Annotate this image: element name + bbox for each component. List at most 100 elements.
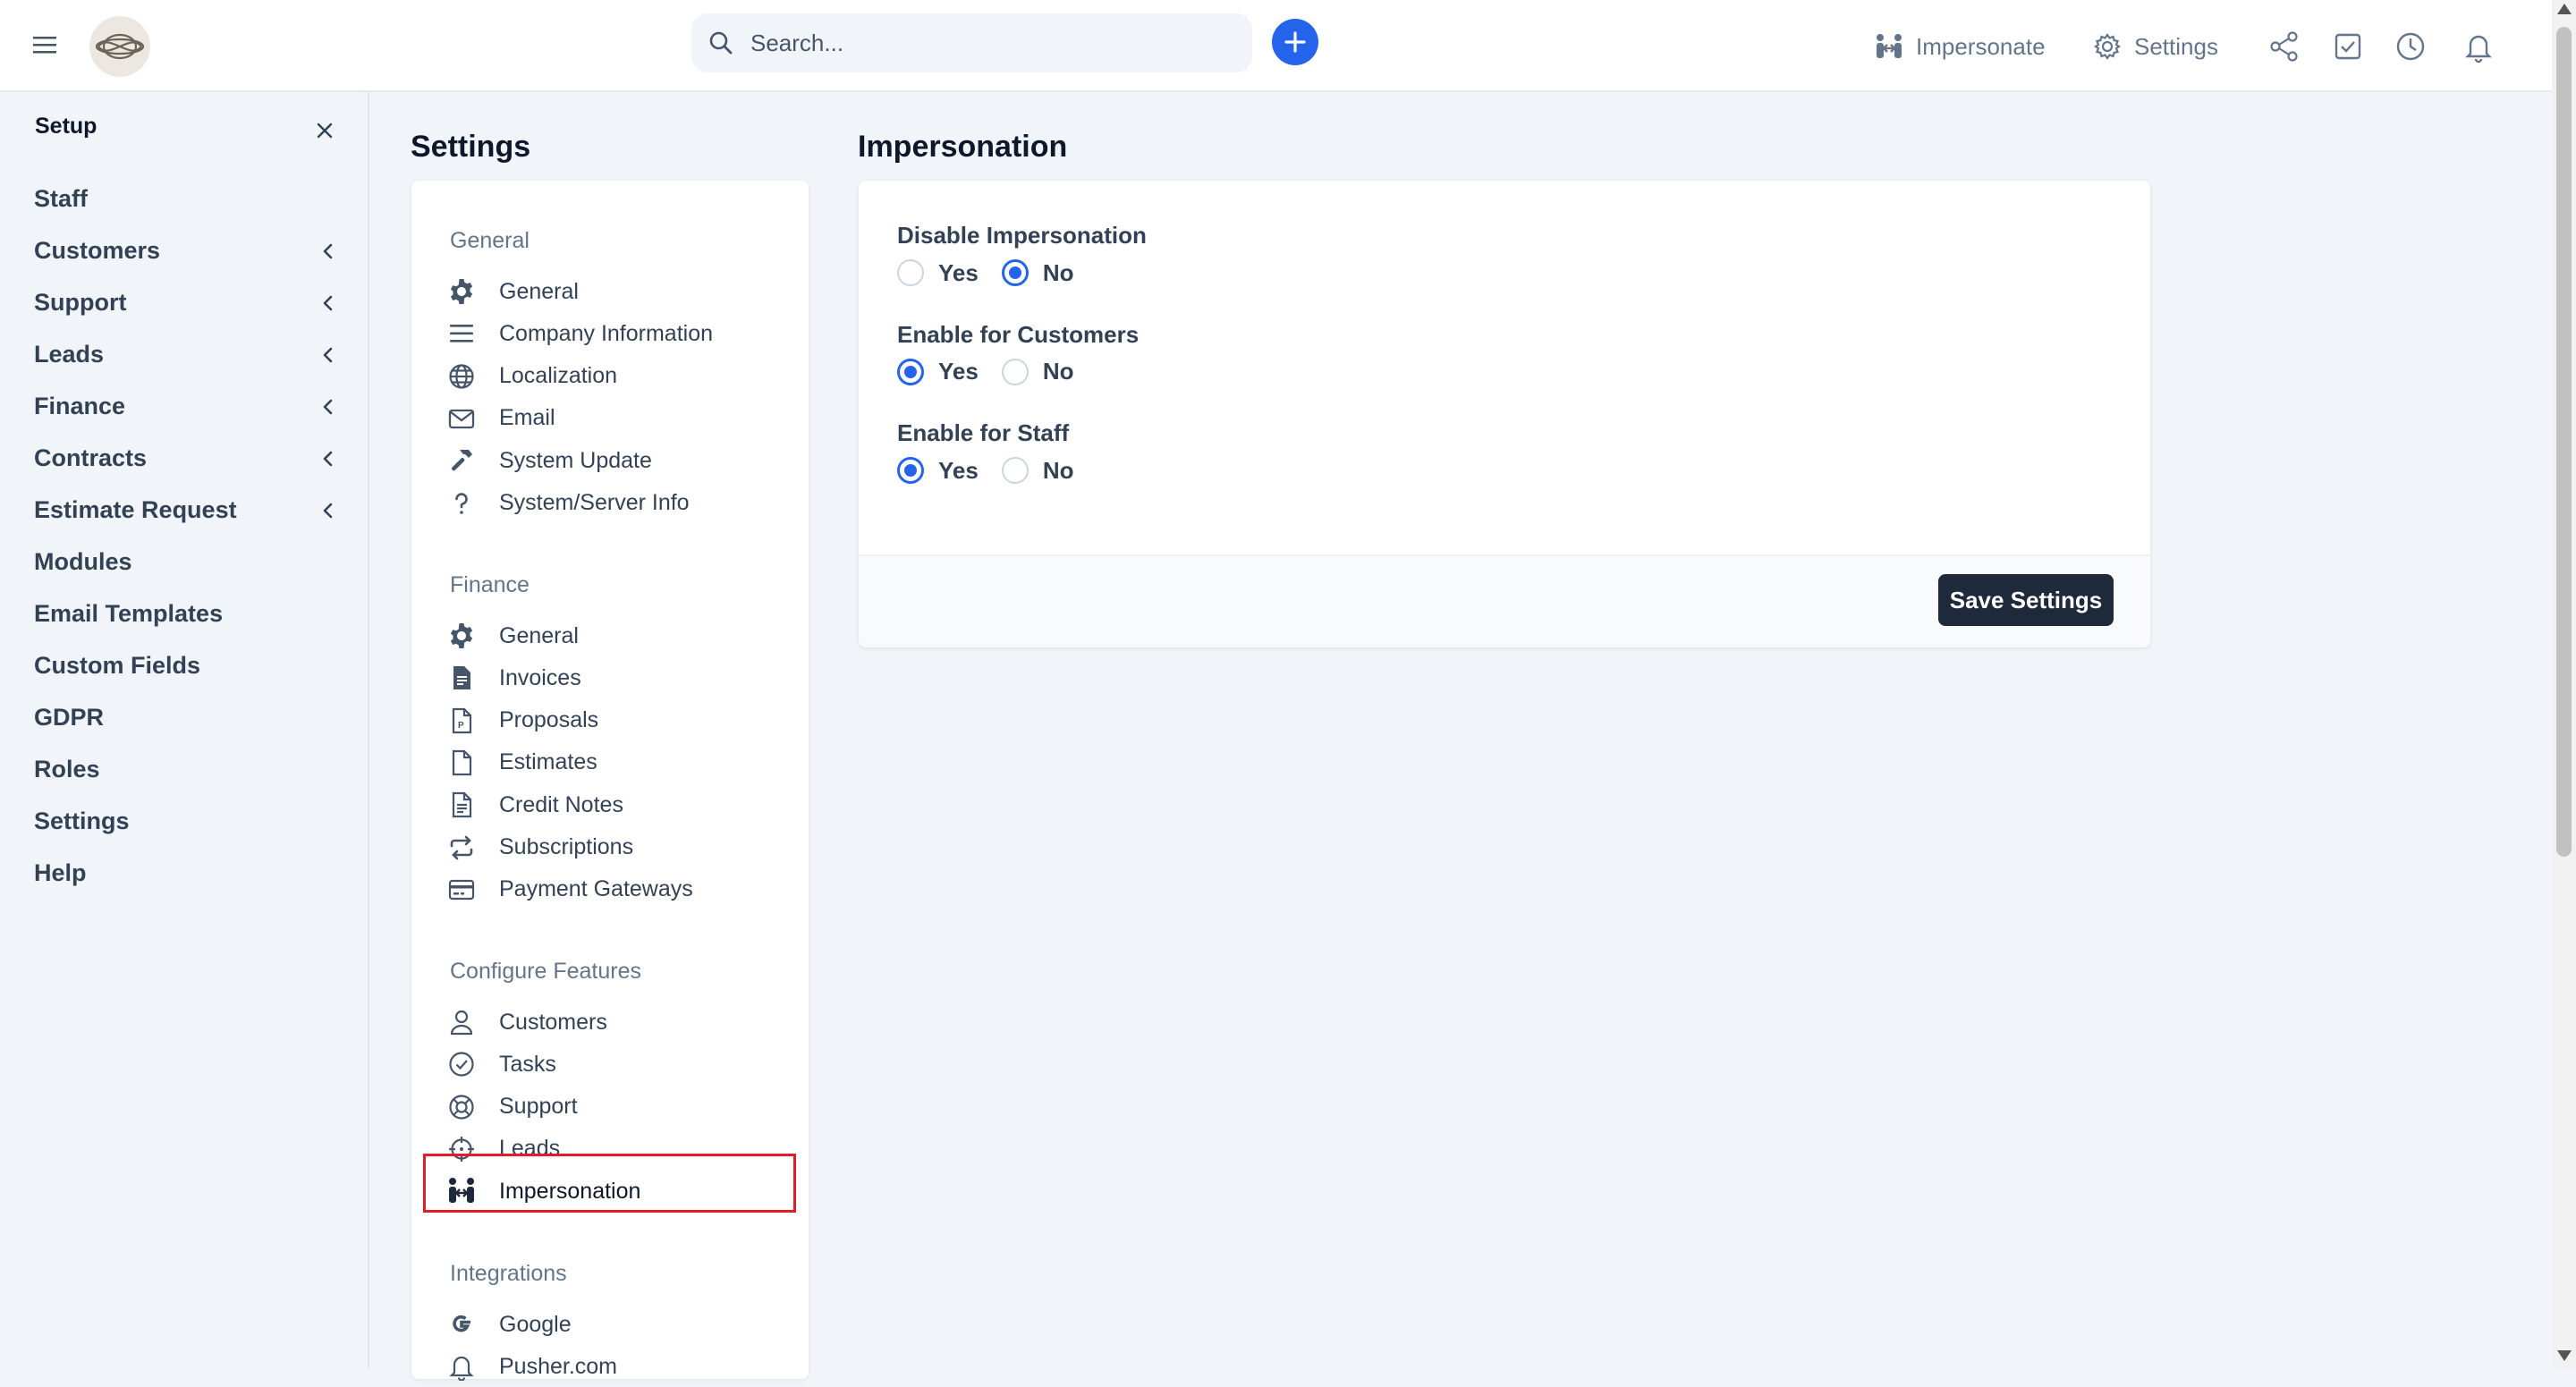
chevron-left-icon <box>318 449 338 469</box>
gear-icon <box>447 622 476 650</box>
sidebar-item-leads[interactable]: Leads <box>0 328 368 380</box>
settings-nav-company-information[interactable]: Company Information <box>447 313 787 354</box>
chevron-left-icon <box>318 293 338 313</box>
impersonate-label: Impersonate <box>1916 32 2046 60</box>
scroll-up-icon[interactable] <box>2557 4 2572 14</box>
sidebar-item-label: Modules <box>34 547 132 575</box>
content-title: Impersonation <box>858 130 1068 164</box>
close-icon[interactable] <box>311 117 338 144</box>
settings-nav-general[interactable]: General <box>447 271 787 312</box>
scroll-down-icon[interactable] <box>2557 1350 2572 1361</box>
radio-no[interactable] <box>1001 457 1029 484</box>
settings-nav-estimates[interactable]: Estimates <box>447 742 787 783</box>
radio-no[interactable] <box>1001 358 1029 385</box>
sidebar-menu: Staff Customers Support Leads Finance Contrac… <box>0 173 368 899</box>
sidebar-item-email-templates[interactable]: Email Templates <box>0 588 368 639</box>
sidebar-item-finance[interactable]: Finance <box>0 380 368 432</box>
logo[interactable] <box>89 16 150 77</box>
sidebar-item-help[interactable]: Help <box>0 847 368 899</box>
file-lines-icon <box>447 791 476 819</box>
settings-nav-proposals[interactable]: P Proposals <box>447 700 787 741</box>
settings-nav-pusher-com[interactable]: Pusher.com <box>447 1346 787 1387</box>
settings-nav-system-update[interactable]: System Update <box>447 440 787 481</box>
nav-item-label: System/Server Info <box>499 490 690 515</box>
radio-label: Yes <box>938 358 979 385</box>
sidebar-item-customers[interactable]: Customers <box>0 224 368 276</box>
settings-nav-invoices[interactable]: Invoices <box>447 657 787 698</box>
chevron-left-icon <box>318 241 338 261</box>
radio-label: No <box>1042 358 1074 385</box>
sidebar-item-gdpr[interactable]: GDPR <box>0 691 368 743</box>
sidebar-item-modules[interactable]: Modules <box>0 536 368 588</box>
settings-nav-credit-notes[interactable]: Credit Notes <box>447 784 787 825</box>
sidebar-item-label: Staff <box>34 184 88 212</box>
credit-card-icon <box>447 875 476 904</box>
sidebar-item-staff[interactable]: Staff <box>0 173 368 224</box>
nav-item-label: Google <box>499 1311 572 1337</box>
checkbox-tasks-icon[interactable] <box>2331 30 2365 63</box>
radio-yes[interactable] <box>897 259 924 286</box>
clock-icon[interactable] <box>2394 30 2428 63</box>
nav-group-label: Finance <box>450 572 530 597</box>
settings-nav-payment-gateways[interactable]: Payment Gateways <box>447 869 787 910</box>
settings-nav-support[interactable]: Support <box>447 1087 787 1128</box>
radio-yes[interactable] <box>897 358 924 385</box>
plus-icon <box>1284 31 1306 53</box>
gear-icon <box>447 277 476 306</box>
sidebar-item-label: GDPR <box>34 703 105 731</box>
page-scrollbar[interactable] <box>2552 0 2576 1368</box>
radio-label: Yes <box>938 258 979 286</box>
sidebar-item-roles[interactable]: Roles <box>0 743 368 795</box>
share-icon[interactable] <box>2267 30 2301 63</box>
file-invoice-icon <box>447 664 476 692</box>
settings-nav-localization[interactable]: Localization <box>447 356 787 397</box>
sidebar-item-label: Help <box>34 858 87 886</box>
search-box[interactable] <box>691 13 1252 72</box>
settings-button[interactable]: Settings <box>2093 27 2218 66</box>
bell-icon[interactable] <box>2462 30 2496 63</box>
nav-item-label: Support <box>499 1094 578 1120</box>
top-bar: Impersonate Settings <box>0 0 2552 92</box>
sidebar-item-label: Roles <box>34 755 100 782</box>
user-icon <box>447 1008 476 1036</box>
sidebar-item-label: Finance <box>34 392 126 419</box>
radio-no[interactable] <box>1001 259 1029 286</box>
impersonate-button[interactable]: Impersonate <box>1875 27 2046 66</box>
quick-create-button[interactable] <box>1272 19 1318 65</box>
hammer-icon <box>447 446 476 475</box>
chevron-left-icon <box>318 501 338 520</box>
search-icon <box>708 30 734 56</box>
impersonation-settings-card: Save Settings Disable Impersonation Yes No… <box>859 181 2150 647</box>
setup-sidebar: Setup Staff Customers Support Leads Finance C… <box>0 92 369 1368</box>
search-input[interactable] <box>749 13 1232 72</box>
chevron-left-icon <box>318 345 338 365</box>
settings-label: Settings <box>2134 32 2218 60</box>
nav-item-label: Customers <box>499 1009 607 1035</box>
settings-nav-tasks[interactable]: Tasks <box>447 1044 787 1085</box>
scroll-thumb[interactable] <box>2556 27 2572 857</box>
sidebar-item-contracts[interactable]: Contracts <box>0 432 368 484</box>
settings-nav-customers[interactable]: Customers <box>447 1002 787 1043</box>
settings-nav-general[interactable]: General <box>447 615 787 656</box>
nav-item-label: Estimates <box>499 749 597 775</box>
menu-icon[interactable] <box>30 32 59 57</box>
google-icon <box>447 1310 476 1339</box>
settings-nav-google[interactable]: Google <box>447 1304 787 1345</box>
sidebar-item-label: Estimate Request <box>34 495 237 523</box>
check-circle-icon <box>447 1050 476 1078</box>
radio-yes[interactable] <box>897 457 924 484</box>
sidebar-item-custom-fields[interactable]: Custom Fields <box>0 639 368 691</box>
radio-group: Yes No <box>897 354 1097 390</box>
svg-text:P: P <box>458 721 464 731</box>
sidebar-item-support[interactable]: Support <box>0 276 368 328</box>
sidebar-item-settings[interactable]: Settings <box>0 795 368 847</box>
save-settings-button[interactable]: Save Settings <box>1938 574 2114 626</box>
globe-icon <box>447 362 476 391</box>
file-icon <box>447 748 476 777</box>
settings-nav-system-server-info[interactable]: System/Server Info <box>447 483 787 524</box>
knot-logo-icon <box>95 33 145 60</box>
sidebar-item-estimate-request[interactable]: Estimate Request <box>0 484 368 536</box>
settings-nav-email[interactable]: Email <box>447 398 787 439</box>
settings-nav-subscriptions[interactable]: Subscriptions <box>447 827 787 868</box>
sidebar-title: Setup <box>35 114 97 139</box>
